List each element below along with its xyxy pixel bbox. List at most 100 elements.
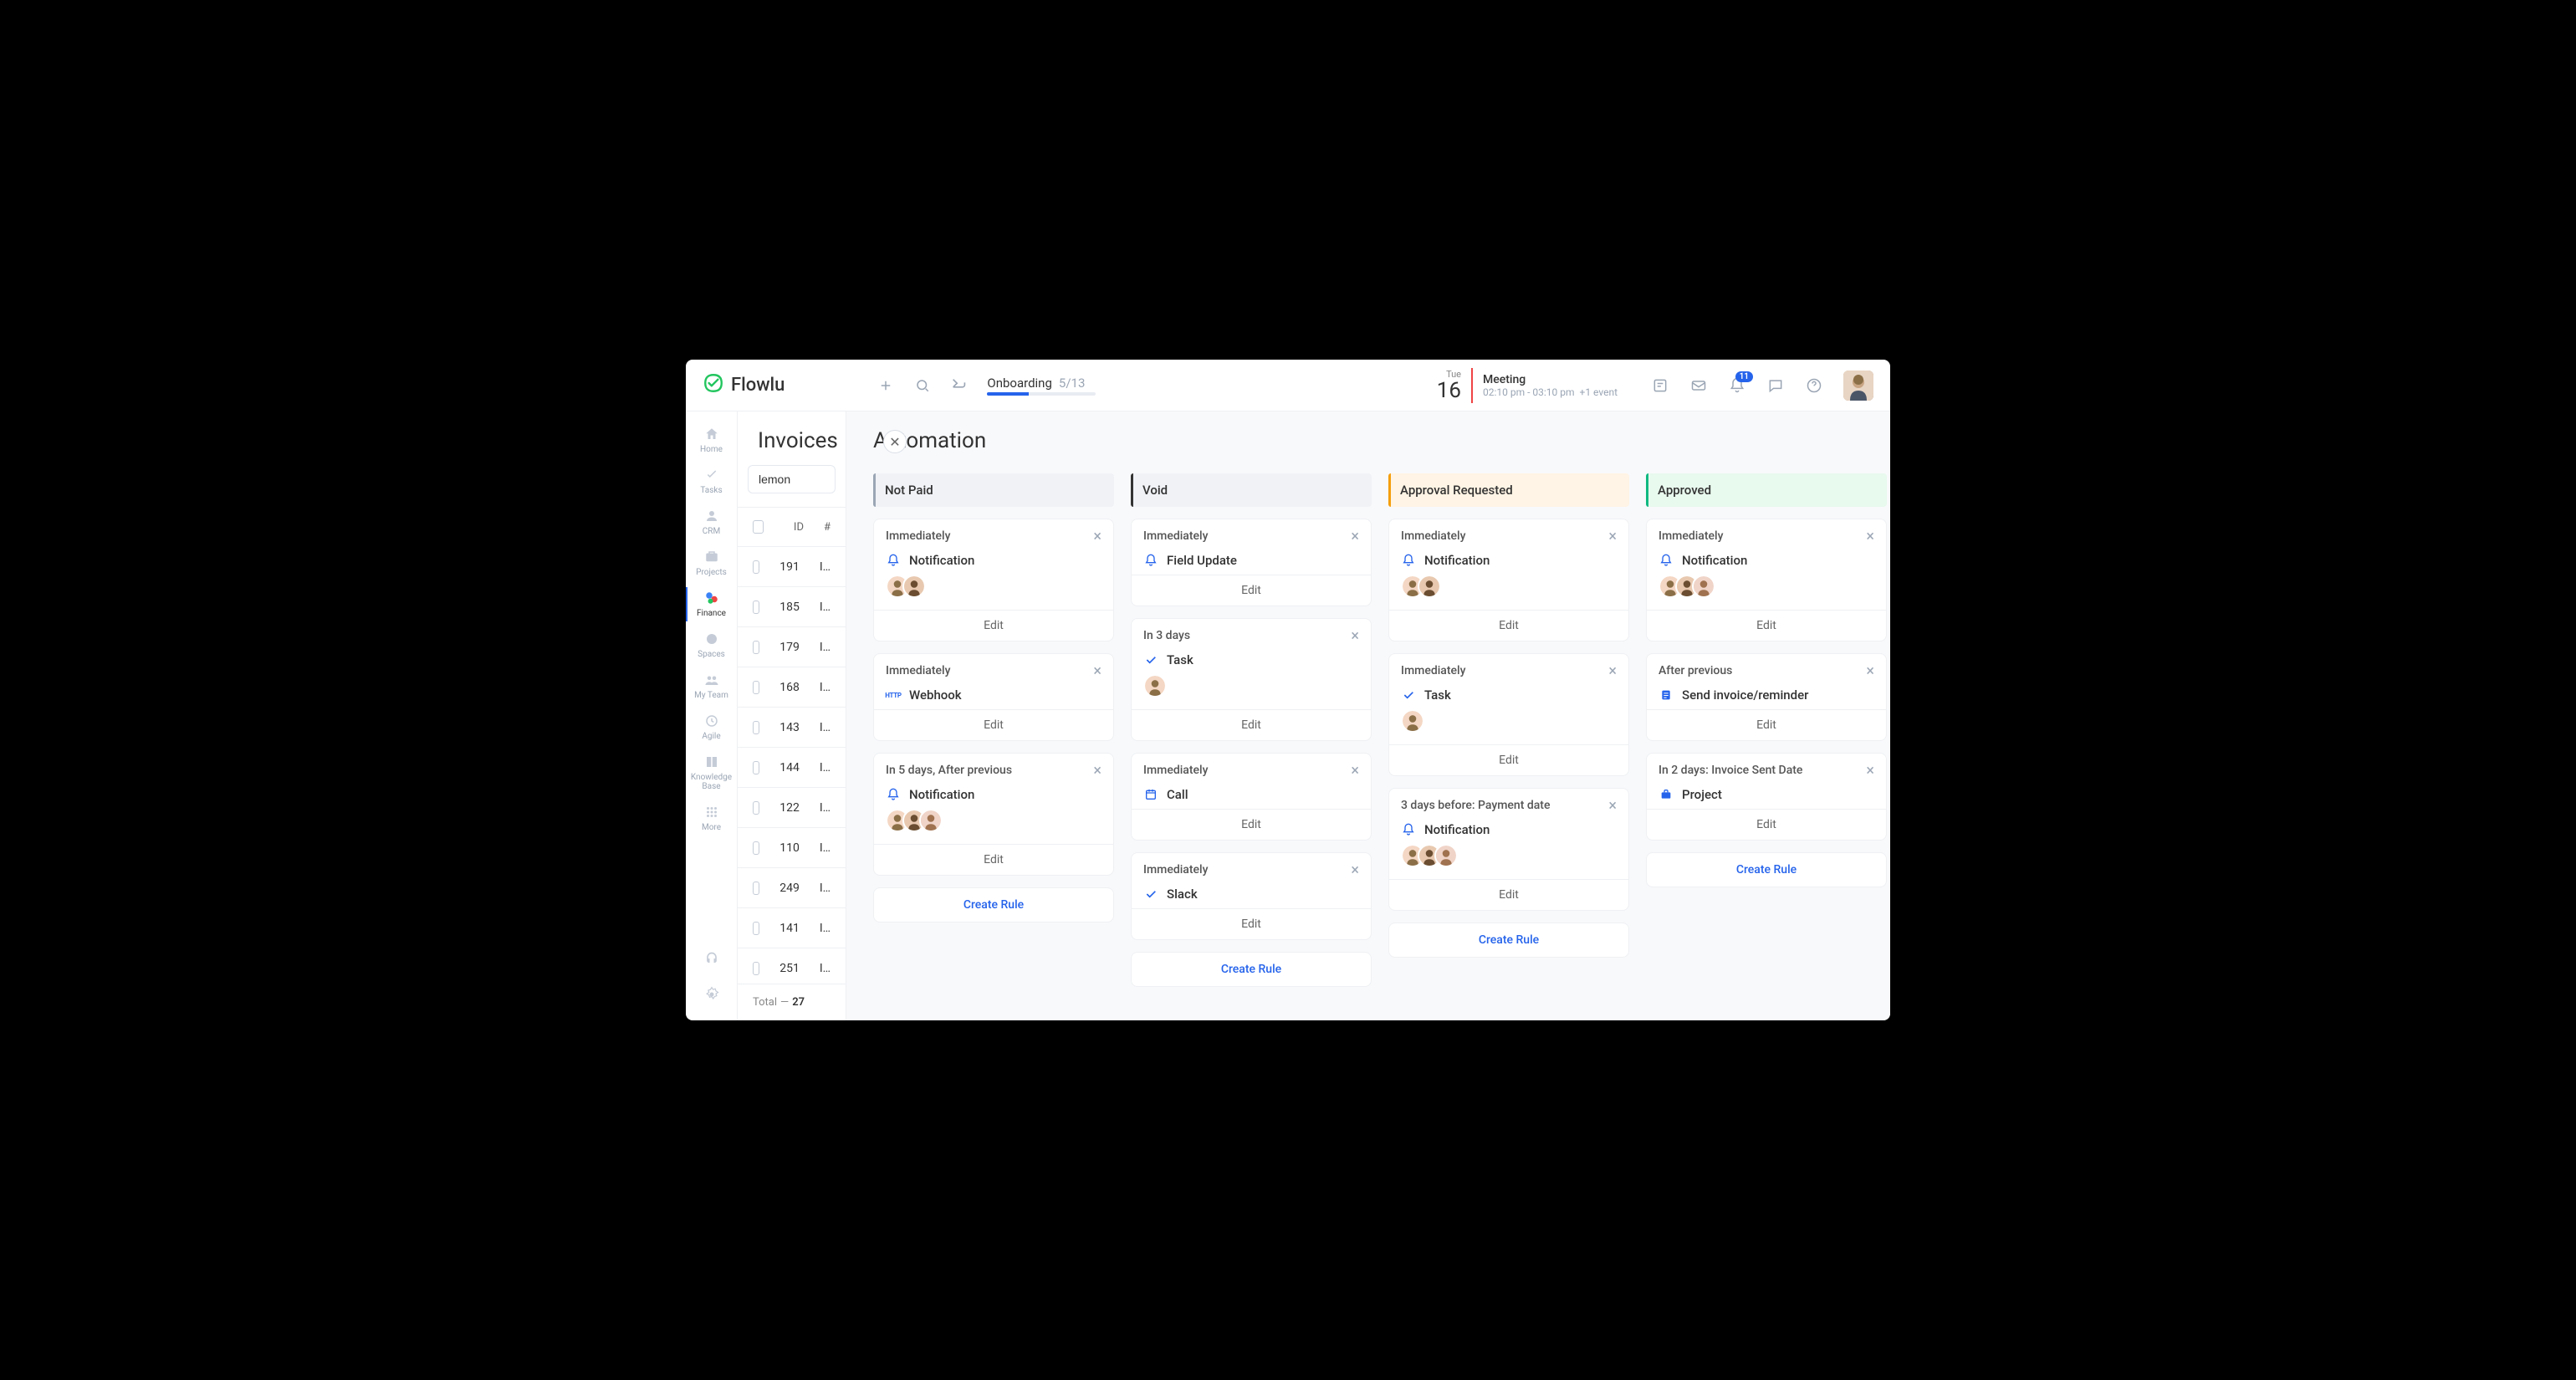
close-icon[interactable]: × <box>1866 664 1874 679</box>
row-checkbox[interactable] <box>753 841 759 855</box>
nav-crm[interactable]: CRM <box>686 502 737 543</box>
note-icon[interactable] <box>1651 376 1669 395</box>
agile-icon <box>703 713 720 728</box>
edit-button[interactable]: Edit <box>1389 879 1628 910</box>
edit-button[interactable]: Edit <box>1132 908 1371 939</box>
table-row[interactable]: 168I… <box>738 667 846 708</box>
nav-finance[interactable]: Finance <box>686 584 737 625</box>
row-checkbox[interactable] <box>753 962 759 975</box>
column-header[interactable]: Not Paid <box>873 473 1114 507</box>
assignee-avatar[interactable] <box>1401 709 1424 733</box>
nav-more[interactable]: More <box>686 798 737 839</box>
user-avatar[interactable] <box>1843 371 1873 401</box>
close-icon[interactable]: × <box>1866 764 1874 779</box>
close-icon[interactable]: × <box>1351 764 1359 779</box>
plus-icon[interactable] <box>877 376 895 395</box>
nav-home[interactable]: Home <box>686 420 737 461</box>
onboarding-icon[interactable] <box>950 376 969 395</box>
help-icon[interactable] <box>1805 376 1823 395</box>
assignee-avatar[interactable] <box>919 809 943 832</box>
assignee-avatar[interactable] <box>902 575 926 598</box>
close-icon[interactable]: × <box>1608 799 1617 814</box>
assignee-avatar[interactable] <box>1143 674 1167 698</box>
edit-button[interactable]: Edit <box>1132 709 1371 740</box>
table-row[interactable]: 249I… <box>738 868 846 908</box>
nav-tasks[interactable]: Tasks <box>686 461 737 502</box>
row-checkbox[interactable] <box>753 721 759 734</box>
onboarding-widget[interactable]: Onboarding 5/13 <box>987 376 1096 396</box>
table-row[interactable]: 141I… <box>738 908 846 948</box>
edit-button[interactable]: Edit <box>874 610 1113 641</box>
row-checkbox[interactable] <box>753 641 759 654</box>
notification-badge: 11 <box>1735 371 1753 382</box>
edit-button[interactable]: Edit <box>1389 610 1628 641</box>
invoices-panel: Invoices ID # 191I…185I…179I…168I…143I…1… <box>738 411 846 1020</box>
http-icon: HTTP <box>886 687 901 703</box>
close-icon[interactable]: × <box>1093 529 1101 544</box>
close-icon[interactable]: × <box>1093 764 1101 779</box>
edit-button[interactable]: Edit <box>1132 809 1371 840</box>
table-row[interactable]: 143I… <box>738 708 846 748</box>
column-header[interactable]: Approved <box>1646 473 1887 507</box>
edit-button[interactable]: Edit <box>874 844 1113 875</box>
table-row[interactable]: 191I… <box>738 547 846 587</box>
edit-button[interactable]: Edit <box>1389 744 1628 775</box>
close-panel-button[interactable]: ✕ <box>883 430 907 453</box>
logo[interactable]: Flowlu <box>703 372 785 399</box>
close-icon[interactable]: × <box>1866 529 1874 544</box>
row-checkbox[interactable] <box>753 601 759 614</box>
mail-icon[interactable] <box>1689 376 1708 395</box>
search-input[interactable] <box>748 465 836 493</box>
nav-spaces[interactable]: Spaces <box>686 625 737 666</box>
close-icon[interactable]: × <box>1608 529 1617 544</box>
create-rule-button[interactable]: Create Rule <box>1388 923 1629 958</box>
nav-agile[interactable]: Agile <box>686 707 737 748</box>
row-checkbox[interactable] <box>753 560 759 574</box>
chat-icon[interactable] <box>1766 376 1785 395</box>
nav-myteam[interactable]: My Team <box>686 666 737 707</box>
search-icon[interactable] <box>913 376 932 395</box>
row-id: 122 <box>779 801 800 815</box>
column-header[interactable]: Void <box>1131 473 1372 507</box>
row-checkbox[interactable] <box>753 922 759 935</box>
table-row[interactable]: 144I… <box>738 748 846 788</box>
close-icon[interactable]: × <box>1608 664 1617 679</box>
table-row[interactable]: 185I… <box>738 587 846 627</box>
edit-button[interactable]: Edit <box>1647 610 1886 641</box>
edit-button[interactable]: Edit <box>874 709 1113 740</box>
close-icon[interactable]: × <box>1093 664 1101 679</box>
settings-icon[interactable] <box>703 985 721 1004</box>
assignee-avatar[interactable] <box>1418 575 1441 598</box>
invoices-title: Invoices <box>758 428 825 453</box>
create-rule-button[interactable]: Create Rule <box>1131 952 1372 987</box>
rule-card: Immediately × Task Edit <box>1388 653 1629 776</box>
table-row[interactable]: 251I… <box>738 948 846 984</box>
row-checkbox[interactable] <box>753 801 759 815</box>
calendar-widget[interactable]: Tue 16 Meeting 02:10 pm - 03:10 pm +1 ev… <box>1437 368 1618 403</box>
table-row[interactable]: 179I… <box>738 627 846 667</box>
table-row[interactable]: 110I… <box>738 828 846 868</box>
close-icon[interactable]: × <box>1351 629 1359 644</box>
edit-button[interactable]: Edit <box>1647 809 1886 840</box>
action-label: Send invoice/reminder <box>1682 687 1808 703</box>
row-checkbox[interactable] <box>753 681 759 694</box>
nav-projects[interactable]: Projects <box>686 543 737 584</box>
row-checkbox[interactable] <box>753 761 759 774</box>
edit-button[interactable]: Edit <box>1132 575 1371 606</box>
edit-button[interactable]: Edit <box>1647 709 1886 740</box>
assignee-avatar[interactable] <box>1434 844 1458 867</box>
bell-icon[interactable]: 11 <box>1728 376 1746 395</box>
close-icon[interactable]: × <box>1351 529 1359 544</box>
select-all-checkbox[interactable] <box>753 520 764 534</box>
assignee-avatar[interactable] <box>1692 575 1715 598</box>
table-row[interactable]: 122I… <box>738 788 846 828</box>
nav-kb[interactable]: Knowledge Base <box>686 748 737 798</box>
row-checkbox[interactable] <box>753 882 759 895</box>
column-header[interactable]: Approval Requested <box>1388 473 1629 507</box>
support-icon[interactable] <box>703 950 721 969</box>
create-rule-button[interactable]: Create Rule <box>873 887 1114 923</box>
card-timing: Immediately <box>1401 529 1465 543</box>
automation-columns: Not Paid Immediately × Notification Edit… <box>873 473 1890 1004</box>
close-icon[interactable]: × <box>1351 863 1359 878</box>
create-rule-button[interactable]: Create Rule <box>1646 852 1887 887</box>
